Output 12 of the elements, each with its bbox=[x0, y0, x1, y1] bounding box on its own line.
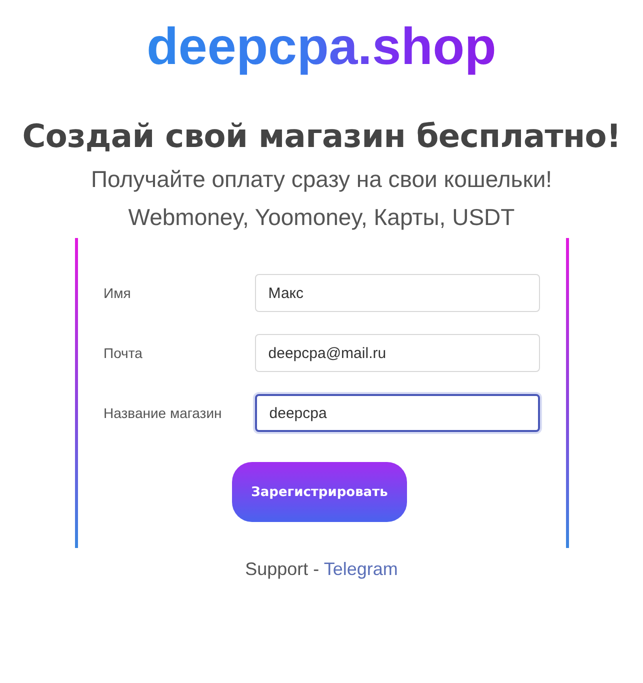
field-label: Имя bbox=[104, 285, 132, 301]
field-label: Почта bbox=[104, 345, 144, 361]
subtitle: Получайте оплату сразу на свои кошельки! bbox=[90, 165, 552, 194]
register-button[interactable]: Зарегистрировать bbox=[232, 462, 407, 522]
input-field[interactable]: deepcpa bbox=[255, 394, 540, 432]
input-field[interactable]: deepcpa@mail.ru bbox=[255, 334, 540, 372]
input-field[interactable]: Макс bbox=[255, 274, 540, 312]
field-label: Название магазин bbox=[104, 405, 223, 421]
subtitle: Webmoney, Yoomoney, Карты, USDT bbox=[128, 203, 515, 232]
page-heading: Создай свой магазин бесплатно! bbox=[22, 116, 621, 156]
telegram-link[interactable]: Telegram bbox=[324, 559, 398, 579]
support-text: Support - Telegram bbox=[245, 558, 398, 581]
